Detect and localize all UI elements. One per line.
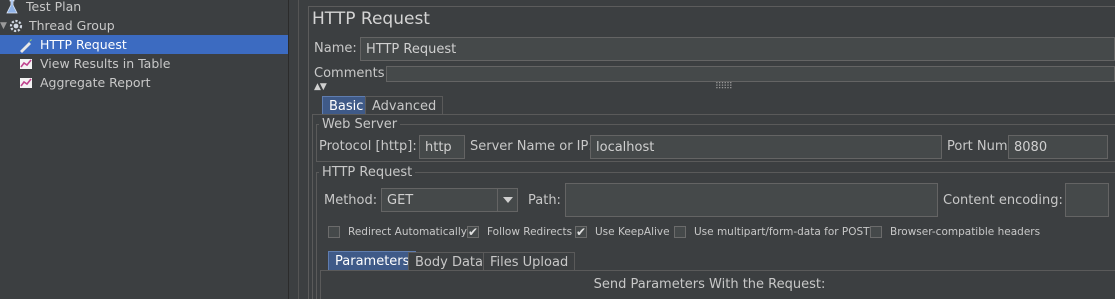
checkbox-box — [674, 226, 686, 238]
protocol-label: Protocol [http]: — [319, 139, 417, 154]
checkmark-icon: ✔ — [467, 225, 479, 239]
name-label: Name: — [314, 41, 357, 56]
tree-item-label: Aggregate Report — [40, 75, 151, 90]
use-multipart-checkbox[interactable]: Use multipart/form-data for POST — [674, 226, 870, 238]
checkbox-label: Redirect Automatically — [348, 226, 467, 238]
tab-basic[interactable]: Basic — [322, 96, 371, 115]
tab-body-data[interactable]: Body Data — [408, 252, 490, 271]
browser-compatible-headers-checkbox[interactable]: Browser-compatible headers — [870, 226, 1040, 238]
tab-advanced[interactable]: Advanced — [365, 96, 444, 115]
expand-triangle-icon[interactable]: ▼ — [0, 21, 8, 31]
http-request-icon — [18, 37, 34, 53]
tree-item-thread-group[interactable]: ▼ Thread Group — [0, 16, 288, 35]
port-number-field[interactable]: 8080 — [1008, 135, 1108, 159]
tree-item-label: Thread Group — [29, 18, 115, 33]
server-name-field[interactable]: localhost — [590, 135, 942, 159]
listener-icon — [18, 75, 34, 91]
tree-item-label: HTTP Request — [40, 37, 127, 52]
tree-item-label: Test Plan — [26, 0, 82, 14]
checkbox-label: Use multipart/form-data for POST — [694, 226, 870, 238]
redirect-automatically-checkbox[interactable]: Redirect Automatically — [328, 226, 467, 238]
http-request-group-title: HTTP Request — [319, 165, 416, 180]
method-label: Method: — [324, 193, 378, 208]
parameters-header: Send Parameters With the Request: — [593, 277, 826, 292]
test-plan-icon — [4, 0, 20, 15]
server-name-label: Server Name or IP: — [470, 139, 593, 154]
use-keepalive-checkbox[interactable]: ✔ Use KeepAlive — [575, 226, 670, 238]
checkbox-box — [328, 226, 340, 238]
follow-redirects-checkbox[interactable]: ✔ Follow Redirects — [467, 226, 572, 238]
name-field[interactable]: HTTP Request — [360, 37, 1115, 61]
method-select[interactable]: GET — [381, 188, 518, 212]
listener-icon — [18, 56, 34, 72]
page-title: HTTP Request — [312, 9, 430, 29]
divider — [298, 0, 299, 299]
tab-files-upload[interactable]: Files Upload — [483, 252, 576, 271]
tree-item-view-results-table[interactable]: View Results in Table — [0, 54, 288, 73]
http-request-panel: HTTP Request Name: HTTP Request Comments… — [304, 0, 1115, 299]
tree-item-aggregate-report[interactable]: Aggregate Report — [0, 73, 288, 92]
checkmark-icon: ✔ — [575, 225, 587, 239]
tab-parameters[interactable]: Parameters — [328, 251, 417, 270]
tree-item-http-request[interactable]: HTTP Request — [0, 35, 288, 54]
protocol-field[interactable]: http — [419, 135, 465, 159]
splitter-grip-icon[interactable]: ⠿⠿⠿ — [715, 82, 733, 92]
test-plan-tree: Test Plan ▼ Thread Group HTTP Request Vi… — [0, 0, 288, 299]
tree-item-test-plan[interactable]: Test Plan — [0, 0, 288, 16]
chevron-down-icon[interactable] — [497, 189, 517, 211]
web-server-title: Web Server — [319, 117, 401, 132]
content-encoding-field[interactable] — [1065, 183, 1109, 217]
checkbox-label: Use KeepAlive — [595, 226, 670, 238]
comments-label: Comments: — [314, 66, 389, 81]
tree-item-label: View Results in Table — [40, 56, 171, 71]
checkbox-box — [870, 226, 882, 238]
checkbox-label: Browser-compatible headers — [890, 226, 1041, 238]
content-encoding-label: Content encoding: — [943, 193, 1063, 208]
split-pane-divider[interactable] — [288, 0, 298, 299]
comments-field[interactable] — [386, 66, 1115, 82]
path-field[interactable] — [565, 183, 938, 217]
method-value: GET — [387, 192, 414, 208]
path-label: Path: — [528, 193, 561, 208]
thread-group-icon — [8, 18, 24, 34]
checkbox-label: Follow Redirects — [487, 226, 573, 238]
collapse-arrows-icon[interactable]: ▲▼ — [314, 82, 327, 92]
